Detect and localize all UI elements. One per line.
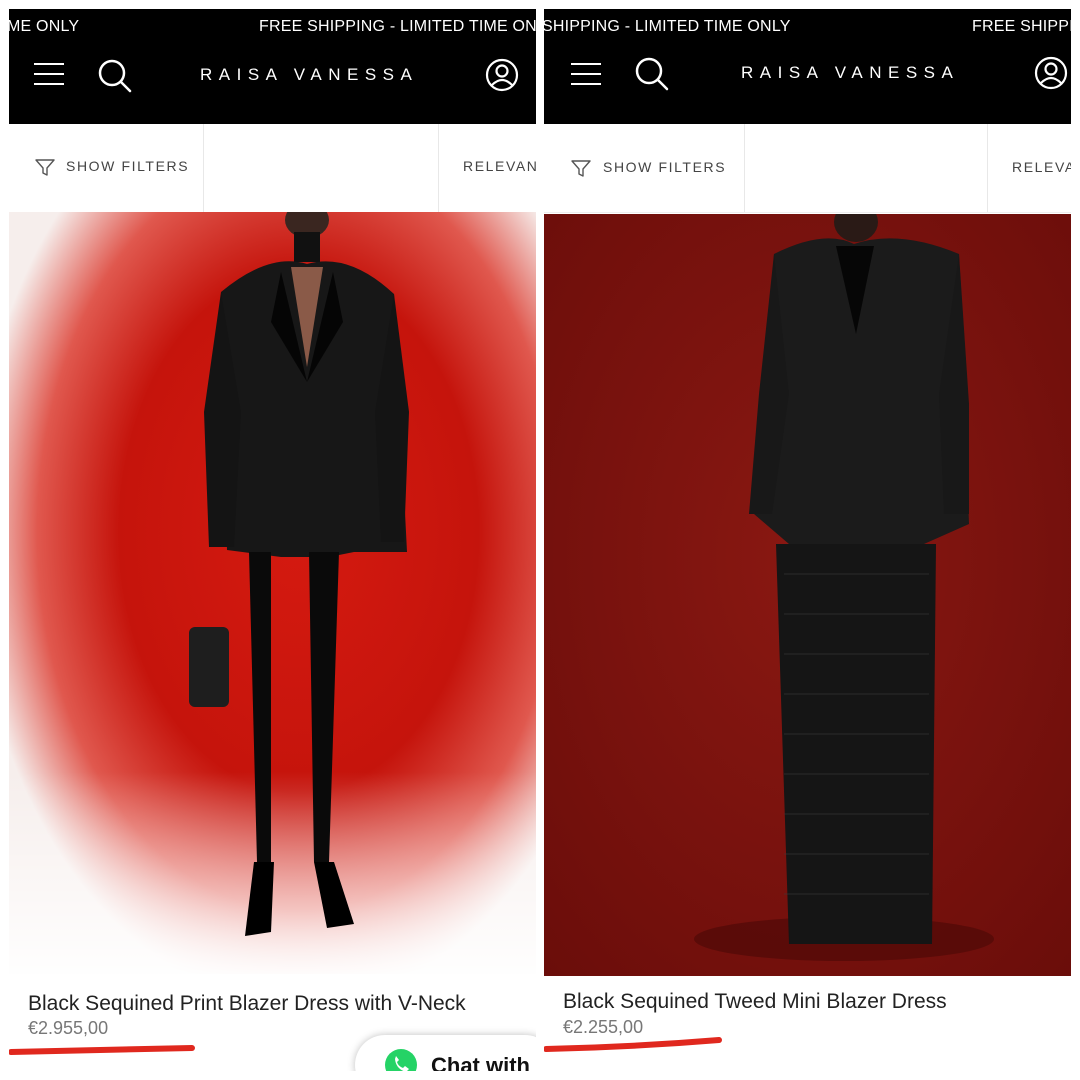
product-name[interactable]: Black Sequined Print Blazer Dress with V… (28, 992, 466, 1016)
annotation-underline (544, 1037, 722, 1052)
brand-logo[interactable]: RAISA VANESSA (200, 65, 418, 85)
promo-ticker-text: ME ONLY (9, 18, 80, 35)
product-image[interactable] (9, 212, 536, 974)
chat-label: Chat with (431, 1053, 530, 1071)
product-image[interactable] (544, 214, 1071, 976)
divider (203, 124, 204, 212)
product-price: €2.955,00 (28, 1018, 109, 1038)
screenshot-panel-left: ME ONLY FREE SHIPPING - LIMITED TIME ONL… (9, 9, 536, 1071)
whatsapp-icon (383, 1047, 419, 1071)
sort-relevance-dropdown[interactable]: RELEVA (1012, 159, 1071, 175)
divider (987, 124, 988, 212)
hamburger-menu-icon[interactable] (571, 63, 601, 85)
search-icon[interactable] (634, 56, 670, 92)
divider (438, 124, 439, 212)
divider (744, 124, 745, 212)
filter-sort-bar: SHOW FILTERS RELEVANC (9, 124, 536, 213)
show-filters-button[interactable]: SHOW FILTERS (66, 158, 189, 174)
product-price: €2.255,00 (563, 1017, 644, 1037)
brand-logo[interactable]: RAISA VANESSA (741, 63, 959, 83)
sort-relevance-dropdown[interactable]: RELEVANC (463, 158, 536, 174)
product-name[interactable]: Black Sequined Tweed Mini Blazer Dress (563, 990, 947, 1014)
screenshot-panel-right: SHIPPING - LIMITED TIME ONLY FREE SHIPPI… (544, 9, 1071, 1071)
account-icon[interactable] (485, 58, 519, 92)
promo-ticker-text: SHIPPING - LIMITED TIME ONLY (544, 18, 791, 35)
site-header: SHIPPING - LIMITED TIME ONLY FREE SHIPPI… (544, 9, 1071, 124)
filter-funnel-icon[interactable] (571, 159, 591, 179)
promo-ticker-text: FREE SHIPPING - LIMITED TIME ONLY (259, 18, 536, 35)
filter-funnel-icon[interactable] (35, 158, 55, 178)
site-header: ME ONLY FREE SHIPPING - LIMITED TIME ONL… (9, 9, 536, 124)
annotation-underline (9, 1045, 195, 1055)
hamburger-menu-icon[interactable] (34, 63, 64, 85)
show-filters-button[interactable]: SHOW FILTERS (603, 159, 726, 175)
whatsapp-chat-button[interactable]: Chat with (355, 1035, 536, 1071)
account-icon[interactable] (1034, 56, 1068, 90)
filter-sort-bar: SHOW FILTERS RELEVA (544, 124, 1071, 213)
promo-ticker-text: FREE SHIPPIN (972, 18, 1071, 35)
search-icon[interactable] (97, 58, 133, 94)
